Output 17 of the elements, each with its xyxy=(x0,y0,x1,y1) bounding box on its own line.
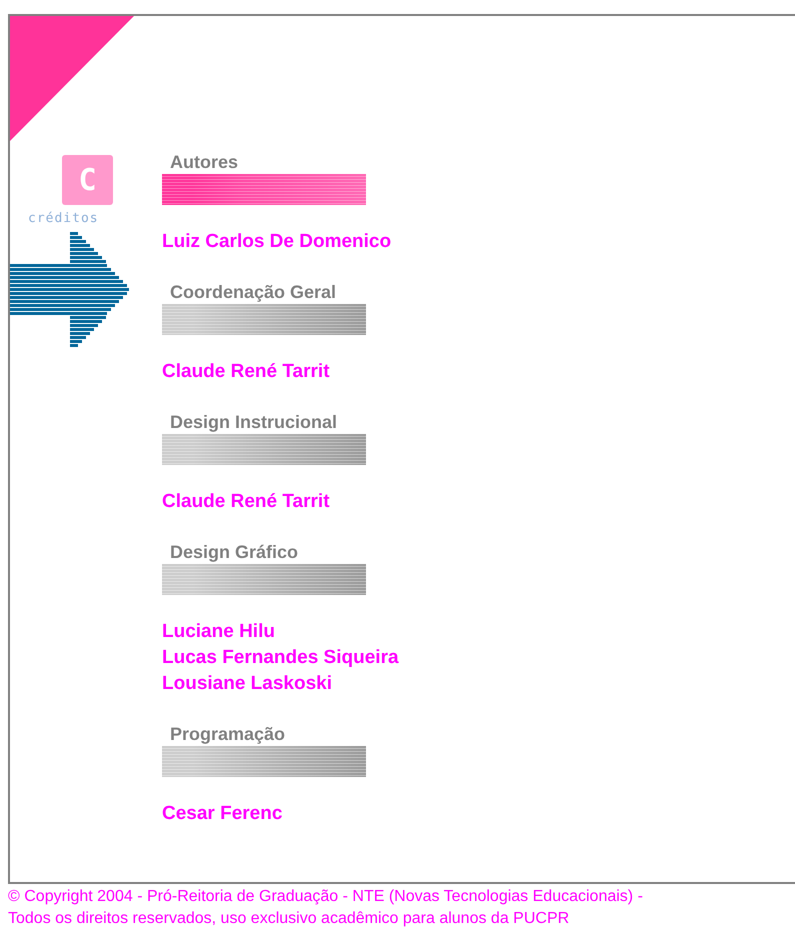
section-heading: Coordenação Geral xyxy=(170,281,338,303)
person-name: Lucas Fernandes Siqueira xyxy=(162,646,399,670)
section-heading: Design Instrucional xyxy=(170,411,338,433)
person-name: Cesar Ferenc xyxy=(162,802,284,826)
section-heading: Autores xyxy=(170,151,240,173)
logo-caption: créditos xyxy=(28,211,99,226)
logo-icon: C xyxy=(62,155,113,205)
arrow-icon xyxy=(10,232,130,348)
person-name: Luciane Hilu xyxy=(162,620,276,644)
section-heading: Design Gráfico xyxy=(170,541,300,563)
person-name: Lousiane Laskoski xyxy=(162,672,334,696)
person-name: Claude René Tarrit xyxy=(162,490,331,514)
section-heading: Programação xyxy=(170,723,286,745)
person-name: Claude René Tarrit xyxy=(162,360,331,384)
copyright-text: Todos os direitos reservados, uso exclusivo acadêmico para alunos da PUCPR xyxy=(8,909,570,929)
copyright-text: © Copyright 2004 - Pró-Reitoria de Graduação - NTE (Novas Tecnologias Educacionais) - xyxy=(8,887,644,907)
person-name: Luiz Carlos De Domenico xyxy=(162,230,392,254)
